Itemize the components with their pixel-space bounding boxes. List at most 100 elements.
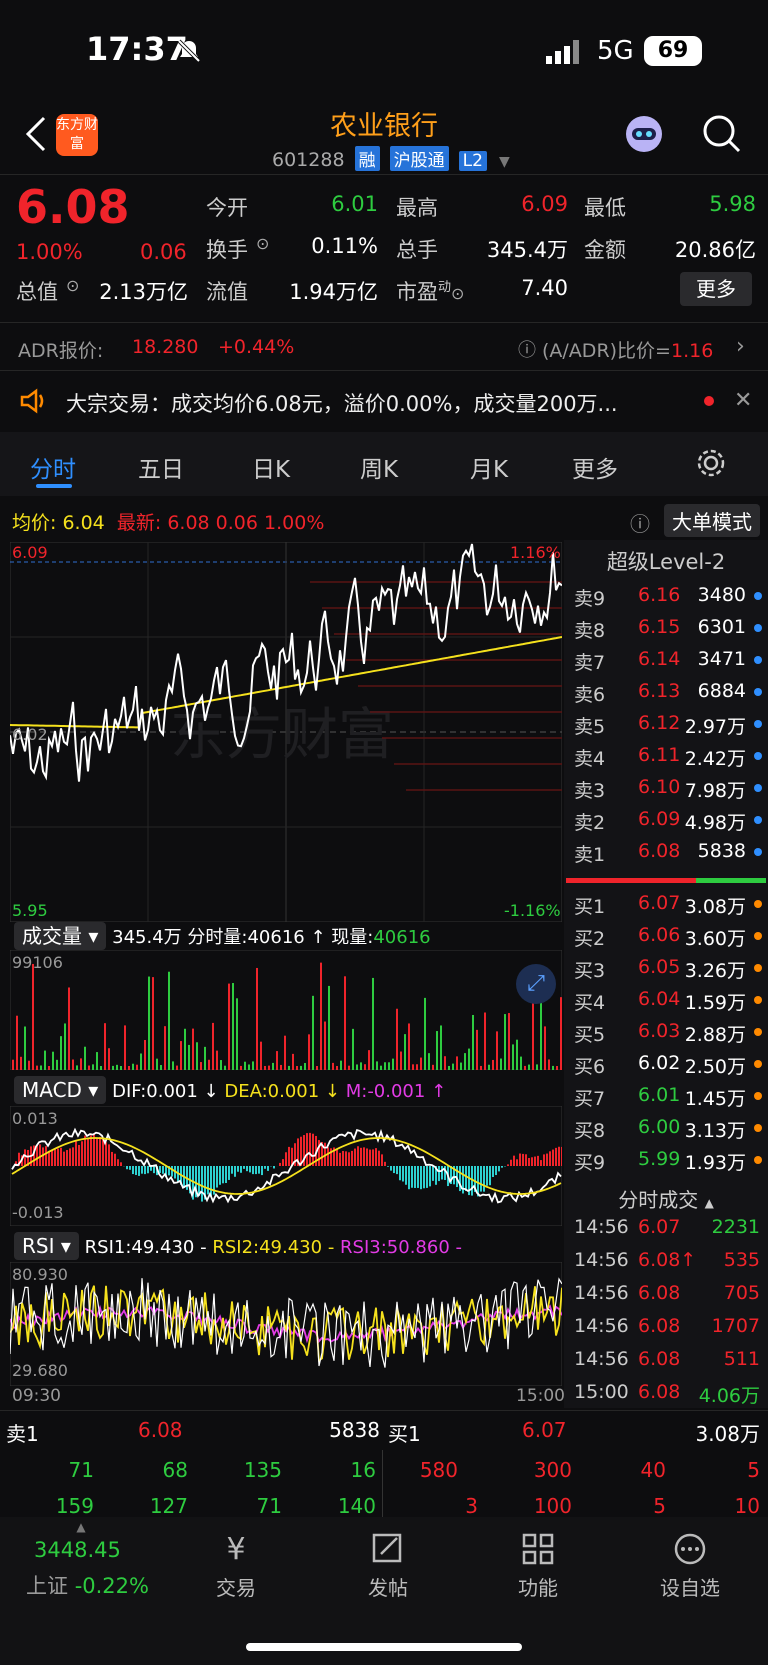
trade-row[interactable]: 14:56 6.08 511	[564, 1344, 768, 1376]
volume-selector[interactable]: 成交量 ▾	[14, 922, 107, 950]
settings-gear-icon[interactable]	[696, 448, 726, 482]
volume-bar	[132, 1063, 134, 1070]
ask-row[interactable]: 卖4 6.11 2.42万	[564, 740, 768, 772]
volume-bar	[140, 1053, 142, 1070]
volume-bar	[128, 1065, 130, 1070]
adr-ratio[interactable]: (A/ADR)比价=1.16	[542, 336, 713, 363]
chevron-right-icon[interactable]: ›	[736, 334, 745, 359]
trade-row[interactable]: 15:00 6.08 4.06万	[564, 1377, 768, 1409]
bid-volume: 2.50万	[684, 1056, 746, 1078]
macd-selector[interactable]: MACD ▾	[14, 1076, 107, 1104]
robot-assistant-icon[interactable]	[622, 112, 666, 160]
macd-bar	[153, 1166, 155, 1174]
tab-monthly[interactable]: 月K	[470, 450, 508, 484]
rsi-selector[interactable]: RSI ▾	[14, 1232, 79, 1260]
volume-bar	[232, 983, 234, 1070]
volume-bar	[460, 1062, 462, 1070]
macd-bar	[135, 1166, 137, 1175]
volume-bar	[556, 1065, 558, 1070]
bid-row[interactable]: 买8 6.00 3.13万	[564, 1112, 768, 1144]
trade-row[interactable]: 14:56 6.08↑ 535	[564, 1245, 768, 1277]
tab-intraday[interactable]: 分时	[30, 450, 76, 484]
ask-volume: 6884	[697, 680, 746, 702]
macd-bar	[336, 1148, 338, 1166]
ask-row[interactable]: 卖7 6.14 3471	[564, 644, 768, 676]
stock-code-row[interactable]: 601288 融 沪股通 L2 ▼	[272, 146, 510, 171]
ask-row[interactable]: 卖6 6.13 6884	[564, 676, 768, 708]
bid-row[interactable]: 买4 6.04 1.59万	[564, 984, 768, 1016]
order-dot-icon	[754, 964, 762, 972]
order-dot-icon	[754, 624, 762, 632]
ask-price: 6.11	[638, 744, 681, 766]
volume-bar	[64, 1023, 66, 1070]
tab-more[interactable]: 更多	[572, 450, 618, 484]
open-label: 今开	[206, 196, 248, 220]
macd-bar	[162, 1166, 164, 1174]
volume-bar	[384, 1062, 386, 1070]
queue-ask-price: 6.08	[138, 1418, 183, 1442]
bid-row[interactable]: 买7 6.01 1.45万	[564, 1080, 768, 1112]
volume-bar	[212, 1022, 214, 1070]
high-value: 6.09	[521, 192, 568, 216]
macd-bar	[486, 1166, 488, 1186]
info-icon[interactable]: ⊙	[256, 234, 269, 253]
intraday-chart[interactable]: 东方财富 6.09 6.02 5.95 1.16% -1.16%	[10, 542, 562, 922]
nav-functions[interactable]: 功能	[488, 1532, 588, 1601]
volume-bar	[28, 1060, 30, 1070]
block-trade-notice[interactable]: 大宗交易：成交均价6.08元，溢价0.00%，成交量200万...	[66, 388, 618, 418]
turnover-label: 换手	[206, 238, 248, 262]
pe-value: 7.40	[521, 276, 568, 300]
ask-row[interactable]: 卖9 6.16 3480	[564, 580, 768, 612]
macd-bar	[234, 1166, 236, 1177]
search-icon[interactable]	[702, 114, 742, 158]
bid-row[interactable]: 买2 6.06 3.60万	[564, 920, 768, 952]
volume-bar	[220, 1060, 222, 1070]
trades-title[interactable]: 分时成交 ▲	[564, 1184, 768, 1213]
ask-row[interactable]: 卖2 6.09 4.98万	[564, 804, 768, 836]
bid-row[interactable]: 买5 6.03 2.88万	[564, 1016, 768, 1048]
index-change[interactable]: 上证 -0.22%	[26, 1570, 149, 1600]
volume-bar	[256, 967, 258, 1070]
help-icon[interactable]: ⓘ	[630, 508, 650, 537]
bid-row[interactable]: 买3 6.05 3.26万	[564, 952, 768, 984]
nav-trade[interactable]: ¥ 交易	[186, 1532, 286, 1601]
nav-watchlist[interactable]: 设自选	[640, 1532, 740, 1601]
help-icon[interactable]: ⓘ	[518, 336, 536, 362]
trade-row[interactable]: 14:56 6.08 705	[564, 1278, 768, 1310]
nav-post[interactable]: 发帖	[338, 1532, 438, 1601]
ask-row[interactable]: 卖1 6.08 5838	[564, 836, 768, 868]
close-icon[interactable]: ✕	[734, 388, 752, 413]
expand-icon[interactable]: ⤢	[516, 964, 556, 1004]
volume-bar	[236, 998, 238, 1070]
bid-row[interactable]: 买1 6.07 3.08万	[564, 888, 768, 920]
tag-l2: L2	[458, 151, 487, 171]
index-value[interactable]: 3448.45	[34, 1538, 121, 1562]
pct-bot-label: -1.16%	[504, 901, 561, 920]
ask-row[interactable]: 卖5 6.12 2.97万	[564, 708, 768, 740]
volume-bar	[336, 1065, 338, 1070]
order-dot-icon	[754, 784, 762, 792]
bid-row[interactable]: 买9 5.99 1.93万	[564, 1144, 768, 1176]
queue-bid-label: 买1	[388, 1422, 421, 1446]
tab-weekly[interactable]: 周K	[360, 450, 398, 484]
macd-bar	[84, 1135, 86, 1166]
volume-bar	[36, 1065, 38, 1070]
ask-row[interactable]: 卖3 6.10 7.98万	[564, 772, 768, 804]
edit-icon	[338, 1532, 438, 1572]
volume-bar	[476, 1029, 478, 1070]
bid-label: 买4	[574, 992, 606, 1014]
trade-row[interactable]: 14:56 6.07 2231	[564, 1212, 768, 1244]
ask-label: 卖5	[574, 716, 606, 738]
trade-row[interactable]: 14:56 6.08 1707	[564, 1311, 768, 1343]
big-order-mode-button[interactable]: 大单模式	[664, 504, 760, 537]
macd-bar	[345, 1151, 347, 1166]
bid-row[interactable]: 买6 6.02 2.50万	[564, 1048, 768, 1080]
macd-bar	[120, 1162, 122, 1166]
more-button[interactable]: 更多	[680, 272, 752, 306]
ask-row[interactable]: 卖8 6.15 6301	[564, 612, 768, 644]
info-icon[interactable]: ⊙	[66, 276, 79, 295]
grid-icon	[488, 1532, 588, 1572]
tab-daily[interactable]: 日K	[252, 450, 290, 484]
tab-5day[interactable]: 五日	[138, 450, 184, 484]
trade-price: 6.08	[638, 1381, 681, 1403]
